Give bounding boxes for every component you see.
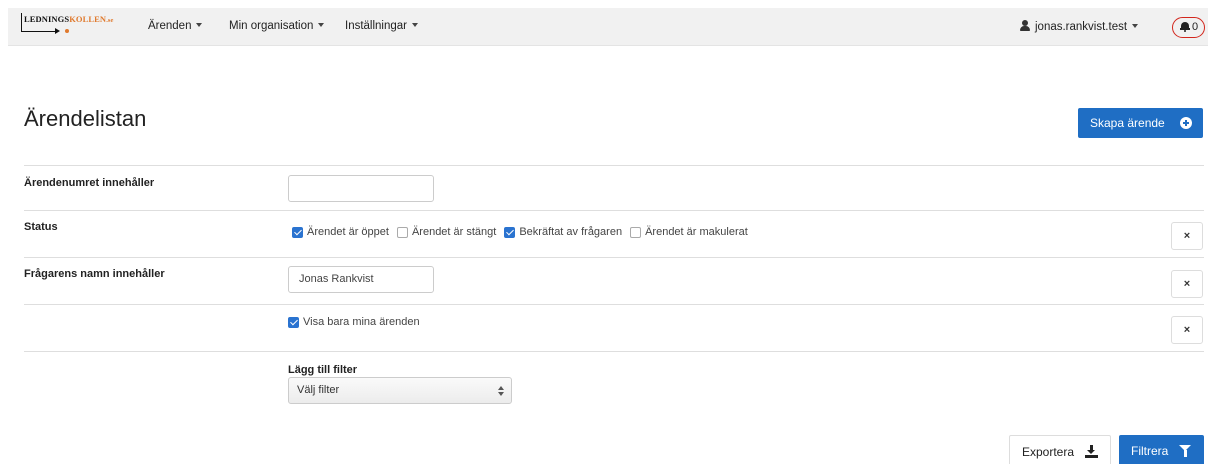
logo-line bbox=[21, 31, 57, 32]
remove-only-mine-filter-button[interactable]: × bbox=[1171, 316, 1203, 344]
only-mine-filter: Visa bara mina ärenden bbox=[288, 316, 428, 328]
nav-menu-min-organisation[interactable]: Min organisation bbox=[229, 20, 325, 32]
divider bbox=[24, 304, 1204, 305]
remove-status-filter-button[interactable]: × bbox=[1171, 222, 1203, 250]
nav-menu-arenden[interactable]: Ärenden bbox=[148, 20, 203, 32]
divider bbox=[24, 257, 1204, 258]
add-filter-select[interactable]: Välj filter bbox=[288, 377, 512, 404]
status-option-label: Ärendet är makulerat bbox=[645, 226, 748, 238]
add-filter-label: Lägg till filter bbox=[288, 364, 358, 376]
checkbox-checked[interactable] bbox=[288, 316, 299, 328]
logo-dot bbox=[65, 29, 69, 33]
checkbox-unchecked[interactable] bbox=[630, 226, 642, 238]
ledningskollen-logo[interactable]: LEDNINGSKOLLEN.se bbox=[21, 13, 126, 41]
requester-name-input[interactable]: Jonas Rankvist bbox=[288, 266, 434, 293]
nav-menu-label: Ärenden bbox=[148, 20, 192, 32]
funnel-icon bbox=[1179, 445, 1191, 458]
bell-icon bbox=[1180, 22, 1190, 32]
logo-arrow-icon bbox=[55, 28, 60, 34]
caret-down-icon bbox=[318, 22, 325, 27]
status-option-confirmed[interactable]: Bekräftat av frågaren bbox=[504, 226, 622, 238]
user-menu[interactable]: jonas.rankvist.test bbox=[1020, 20, 1139, 33]
logo-bar bbox=[21, 13, 22, 32]
export-button[interactable]: Exportera bbox=[1009, 435, 1111, 464]
status-option-label: Ärendet är stängt bbox=[411, 226, 497, 238]
filter-label: Filtrera bbox=[1131, 444, 1169, 458]
download-icon bbox=[1085, 445, 1098, 458]
status-checkboxes: Ärendet är öppet Ärendet är stängt Bekrä… bbox=[292, 226, 756, 238]
create-case-button[interactable]: Skapa ärende bbox=[1078, 108, 1203, 138]
status-option-label: Ärendet är öppet bbox=[307, 226, 389, 238]
case-number-input[interactable] bbox=[288, 175, 434, 202]
status-option-cancelled[interactable]: Ärendet är makulerat bbox=[630, 226, 748, 238]
create-case-label: Skapa ärende bbox=[1090, 116, 1165, 130]
select-arrows-icon bbox=[498, 386, 504, 396]
divider bbox=[24, 165, 1204, 166]
status-label: Status bbox=[24, 221, 58, 233]
checkbox-checked[interactable] bbox=[504, 226, 516, 238]
divider bbox=[24, 351, 1204, 352]
only-mine-option[interactable]: Visa bara mina ärenden bbox=[288, 316, 420, 328]
remove-requester-filter-button[interactable]: × bbox=[1171, 270, 1203, 298]
export-label: Exportera bbox=[1022, 445, 1075, 459]
logo-text: LEDNINGSKOLLEN.se bbox=[24, 14, 114, 24]
filter-button[interactable]: Filtrera bbox=[1119, 435, 1204, 464]
status-option-label: Bekräftat av frågaren bbox=[519, 226, 623, 238]
close-icon: × bbox=[1183, 324, 1191, 336]
notification-count: 0 bbox=[1192, 21, 1199, 33]
user-icon bbox=[1020, 20, 1030, 31]
nav-menu-installningar[interactable]: Inställningar bbox=[345, 20, 419, 32]
top-navbar: LEDNINGSKOLLEN.se Ärenden Min organisati… bbox=[8, 8, 1208, 46]
caret-down-icon bbox=[412, 22, 419, 27]
nav-menu-label: Min organisation bbox=[229, 20, 314, 32]
close-icon: × bbox=[1183, 278, 1191, 290]
status-option-open[interactable]: Ärendet är öppet bbox=[292, 226, 389, 238]
caret-down-icon bbox=[196, 22, 203, 27]
username: jonas.rankvist.test bbox=[1035, 21, 1128, 33]
add-filter-selected: Välj filter bbox=[297, 384, 340, 396]
checkbox-checked[interactable] bbox=[292, 226, 303, 238]
requester-name-label: Frågarens namn innehåller bbox=[24, 268, 165, 280]
plus-circle-icon bbox=[1180, 117, 1192, 129]
divider bbox=[24, 210, 1204, 211]
status-option-closed[interactable]: Ärendet är stängt bbox=[396, 226, 497, 238]
nav-menu-label: Inställningar bbox=[345, 20, 408, 32]
only-mine-label: Visa bara mina ärenden bbox=[303, 316, 420, 328]
checkbox-unchecked[interactable] bbox=[396, 226, 408, 238]
notifications-button[interactable]: 0 bbox=[1172, 17, 1205, 38]
caret-down-icon bbox=[1132, 23, 1139, 28]
page-title: Ärendelistan bbox=[24, 106, 147, 131]
close-icon: × bbox=[1183, 230, 1191, 242]
case-number-label: Ärendenumret innehåller bbox=[24, 177, 155, 189]
